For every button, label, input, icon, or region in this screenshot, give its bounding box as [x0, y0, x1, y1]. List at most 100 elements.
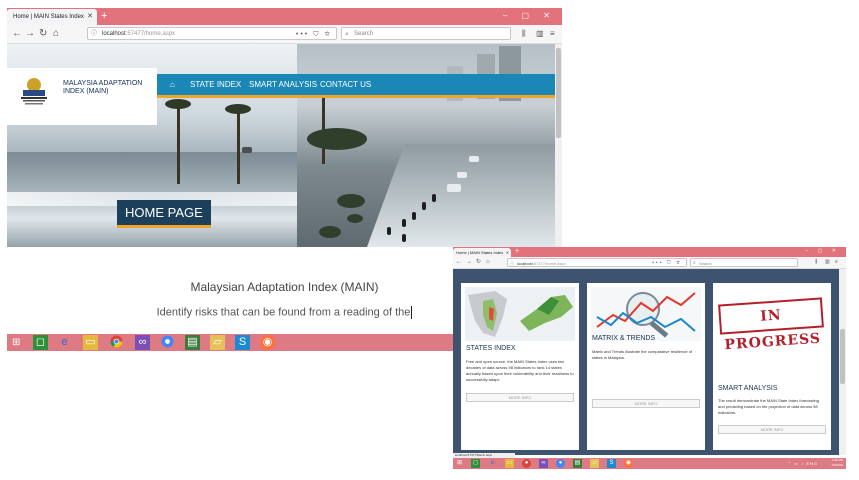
trend-chart-image [591, 287, 701, 341]
search-icon: ⌕ [345, 31, 349, 38]
library-icon[interactable]: ⫼ [522, 25, 526, 43]
tab-close-icon[interactable]: ✕ [87, 9, 93, 25]
malaysia-map-image [465, 287, 575, 341]
ie-icon-2[interactable]: e [488, 459, 497, 468]
in-progress-stamp: IN PROGRESS [718, 297, 824, 353]
new-tab-button[interactable]: + [101, 8, 107, 25]
tab-title: Home | MAIN States Index [13, 14, 84, 20]
clock-date: 7/2/2019 [831, 463, 843, 467]
url-host: localhost [102, 31, 126, 37]
card-description: The result demonstrate the MAIN State In… [718, 398, 819, 415]
back-icon[interactable]: ← [12, 25, 22, 43]
chrome-icon[interactable] [109, 335, 124, 350]
firefox-icon[interactable]: ◉ [260, 335, 275, 350]
more-info-button[interactable]: MORE INFO [592, 399, 700, 408]
browser-toolbar: ← → ↻ ⌂ ⓘ localhost:57477/home.aspx ••• … [7, 25, 562, 44]
site-info-icon[interactable]: ⓘ [91, 28, 97, 41]
tab-bar-2: Home | MAIN States Index ✕ + – ▢ ✕ [453, 247, 846, 257]
home-icon[interactable]: ⌂ [53, 25, 59, 43]
tab-close-icon-2[interactable]: ✕ [506, 248, 509, 257]
page-title: HOME PAGE [117, 200, 211, 228]
home-icon-2[interactable]: ⌂ [486, 257, 490, 268]
features-section: STATES INDEX Free and open source, the M… [453, 269, 839, 455]
search-placeholder: Search [354, 31, 374, 37]
sidebar-icon[interactable]: ▥ [536, 25, 544, 43]
card-description: Matrix and Trends illustrate the compara… [592, 349, 693, 360]
file-explorer-icon[interactable]: ▭ [83, 335, 98, 350]
card-title: MATRIX & TRENDS [592, 335, 656, 342]
menu-icon[interactable]: ≡ [550, 25, 555, 43]
site-info-icon-2[interactable]: ⓘ [510, 259, 514, 268]
card-title: SMART ANALYSIS [718, 385, 778, 392]
language-indicator: ENG [806, 461, 818, 466]
start-icon[interactable]: ⊞ [12, 337, 20, 348]
page-scrollbar-2[interactable] [839, 269, 846, 455]
more-info-button[interactable]: MORE INFO [466, 393, 574, 402]
folder-icon[interactable]: ▱ [210, 335, 225, 350]
sidebar-icon-2[interactable]: ▥ [825, 257, 830, 268]
window-controls-2[interactable]: – ▢ ✕ [806, 247, 840, 256]
system-clock[interactable]: 4:50 PM 7/2/2019 [831, 458, 843, 468]
tab-bar: Home | MAIN States Index ✕ + – ▢ ✕ [7, 8, 562, 25]
firefox-icon-2[interactable]: ◉ [624, 459, 633, 468]
project-icon[interactable]: ▤ [185, 335, 200, 350]
browser-tab-home-2[interactable]: Home | MAIN States Index ✕ [453, 248, 511, 257]
second-browser-window: Home | MAIN States Index ✕ + – ▢ ✕ ← → ↻… [453, 247, 846, 469]
institute-logo-icon [21, 78, 47, 105]
menu-icon-2[interactable]: ≡ [835, 257, 838, 268]
menu-item-smart-analysis[interactable]: SMART ANALYSIS [249, 74, 317, 95]
section-description-text: Identify risks that can be found from a … [156, 306, 411, 319]
page-viewport: MALAYSIA ADAPTATION INDEX (MAIN) ⌂ STATE… [7, 44, 555, 247]
reload-icon[interactable]: ↻ [39, 25, 47, 43]
search-input[interactable]: ⌕ Search [341, 27, 511, 40]
visual-studio-icon-2[interactable]: ∞ [539, 459, 548, 468]
chrome-alt-icon[interactable] [160, 335, 175, 350]
page-actions-icon-2[interactable]: ••• ⛉ ☆ [652, 259, 682, 268]
file-explorer-icon-2[interactable]: ▭ [505, 459, 514, 468]
window-controls[interactable]: – ▢ ✕ [503, 8, 556, 23]
site-menu: ⌂ STATE INDEX SMART ANALYSIS CONTACT US [157, 74, 555, 98]
visual-studio-icon[interactable]: ∞ [135, 335, 150, 350]
forward-icon-2[interactable]: → [466, 257, 472, 268]
system-tray-icons[interactable]: ⌃ ▭ ♪ ENG [788, 458, 818, 469]
brand-name: MALAYSIA ADAPTATION INDEX (MAIN) [63, 80, 143, 95]
library-icon-2[interactable]: ⫼ [815, 257, 817, 268]
chrome-alt-icon-2[interactable]: ● [556, 459, 565, 468]
site-brand[interactable]: MALAYSIA ADAPTATION INDEX (MAIN) [7, 68, 157, 125]
skype-icon[interactable]: S [235, 335, 250, 350]
url-path-2: :57477/home.aspx [532, 261, 566, 266]
home-nav-icon[interactable]: ⌂ [170, 74, 175, 95]
back-icon-2[interactable]: ← [456, 257, 462, 268]
address-bar[interactable]: ⓘ localhost:57477/home.aspx ••• ⛉ ☆ [87, 27, 337, 40]
forward-icon[interactable]: → [25, 25, 35, 43]
skype-icon-2[interactable]: S [607, 459, 616, 468]
search-placeholder-2: Search [699, 261, 712, 266]
taskbar-2: ⊞ ◻ e ▭ ● ∞ ● ▤ ▱ S ◉ ⌃ ▭ ♪ ENG 4:50 PM … [453, 458, 846, 469]
browser-tab-home[interactable]: Home | MAIN States Index ✕ [7, 9, 97, 25]
folder-icon-2[interactable]: ▱ [590, 459, 599, 468]
page-actions-icon[interactable]: ••• ⛉ ☆ [296, 28, 332, 41]
card-matrix-trends: MATRIX & TRENDS Matrix and Trends illust… [587, 283, 705, 450]
menu-item-state-index[interactable]: STATE INDEX [190, 74, 241, 95]
address-bar-2[interactable]: ⓘ localhost:57477/home.aspx ••• ⛉ ☆ [507, 258, 687, 267]
url-path: :57477/home.aspx [125, 31, 176, 37]
search-input-2[interactable]: ⌕ Search [690, 258, 798, 267]
ie-icon[interactable]: e [57, 335, 72, 350]
card-description: Free and open source, the MAIN States In… [466, 359, 574, 382]
text-caret [411, 306, 413, 319]
menu-item-contact-us[interactable]: CONTACT US [320, 74, 371, 95]
url-host-2: localhost [517, 261, 533, 266]
tab-title-2: Home | MAIN States Index [456, 250, 504, 255]
browser-toolbar-2: ← → ↻ ⌂ ⓘ localhost:57477/home.aspx ••• … [453, 257, 846, 269]
reload-icon-2[interactable]: ↻ [476, 257, 481, 268]
search-icon-2: ⌕ [693, 260, 696, 266]
project-icon-2[interactable]: ▤ [573, 459, 582, 468]
store-icon-2[interactable]: ◻ [471, 459, 480, 468]
chrome-icon-2[interactable]: ● [522, 459, 531, 468]
start-icon-2[interactable]: ⊞ [455, 459, 464, 468]
new-tab-button-2[interactable]: + [515, 247, 519, 257]
card-states-index: STATES INDEX Free and open source, the M… [461, 283, 579, 450]
card-title: STATES INDEX [466, 345, 516, 352]
store-icon[interactable]: ◻ [33, 335, 48, 350]
more-info-button[interactable]: MORE INFO [718, 425, 826, 434]
